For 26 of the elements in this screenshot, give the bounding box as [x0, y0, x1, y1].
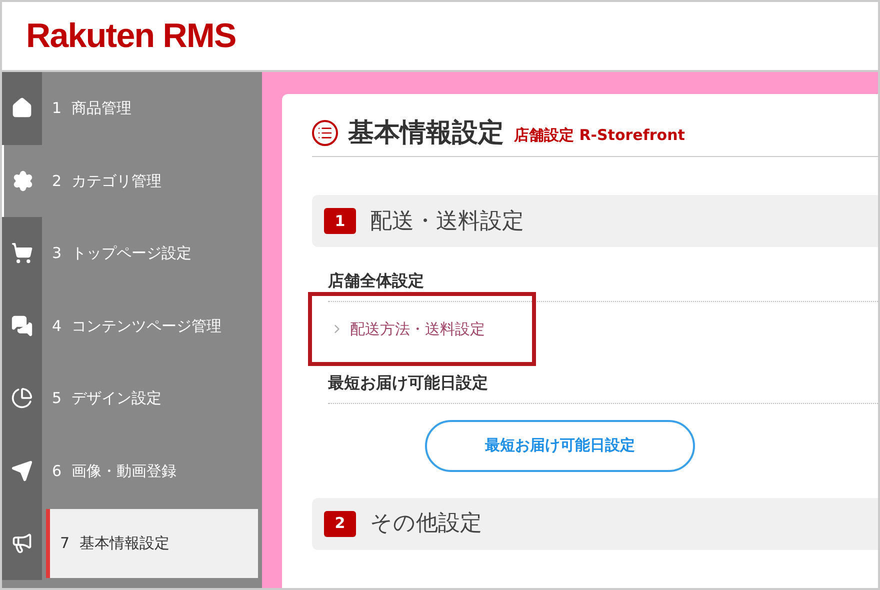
sidebar-item[interactable]: 4 コンテンツページ管理 — [42, 290, 262, 362]
cart-icon — [11, 242, 33, 264]
group-heading: 最短お届け可能日設定 — [328, 370, 878, 404]
sidebar-item[interactable]: 6 画像・動画登録 — [42, 434, 262, 507]
sidebar-item[interactable]: 5 デザイン設定 — [42, 362, 262, 434]
logo: Rakuten RMS — [26, 16, 236, 56]
link[interactable]: 配送方法・送料設定 — [330, 318, 878, 340]
sidebar-item[interactable]: 2 カテゴリ管理 — [42, 144, 262, 217]
list-icon — [312, 120, 338, 146]
section-number: 2 — [324, 510, 356, 536]
group-heading: 店舗全体設定 — [328, 269, 878, 302]
date-settings-button[interactable]: 最短お届け可能日設定 — [425, 420, 695, 472]
paper-plane-icon — [11, 460, 33, 482]
sidebar-item[interactable]: 7 基本情報設定 — [46, 509, 258, 578]
chat-bubbles-icon — [11, 314, 33, 337]
megaphone-icon — [11, 532, 33, 554]
sidebar-item[interactable]: 3 トップページ設定 — [42, 217, 262, 290]
pie-chart-icon — [11, 387, 33, 410]
section-title: その他設定 — [370, 510, 482, 538]
section-title: 配送・送料設定 — [370, 208, 524, 236]
sidebar-item[interactable]: 1 商品管理 — [42, 72, 262, 144]
section-number: 1 — [324, 208, 356, 234]
page-subtitle: 店舗設定 R-Storefront — [514, 124, 685, 146]
page-title: 基本情報設定 — [348, 120, 504, 146]
settings-icon — [12, 170, 34, 192]
home-icon — [11, 97, 33, 120]
